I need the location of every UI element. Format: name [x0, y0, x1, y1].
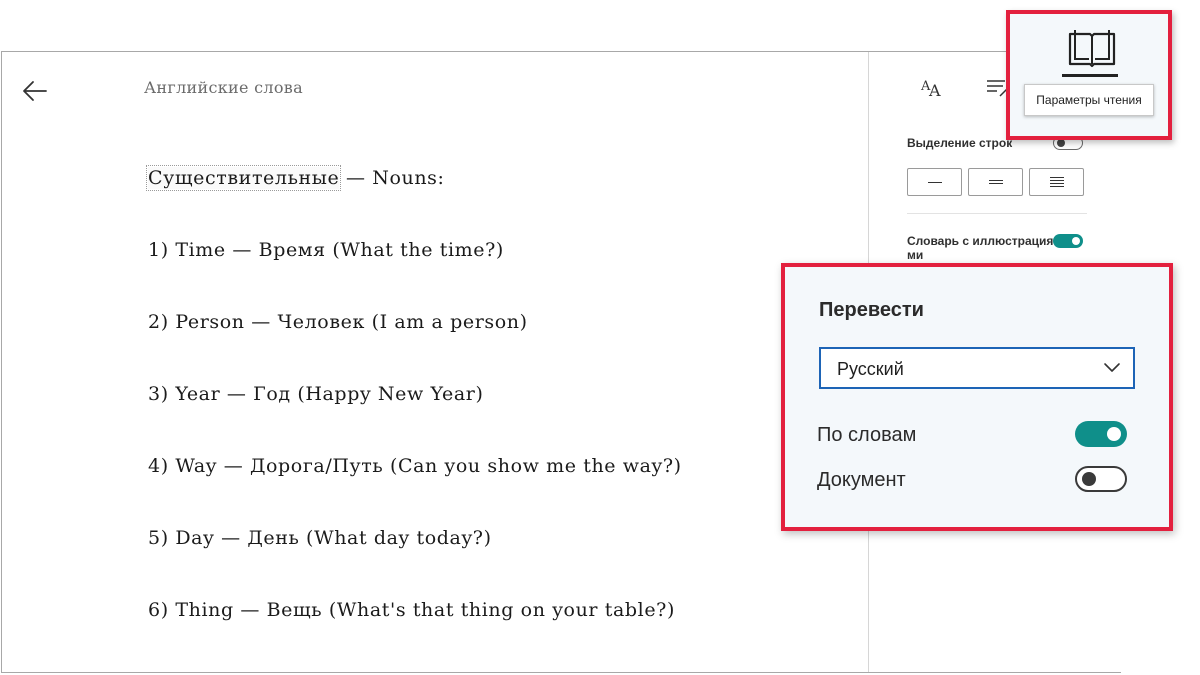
- translate-by-words-label: По словам: [817, 424, 917, 446]
- reading-preferences-tooltip: Параметры чтения: [1024, 84, 1154, 116]
- line-bar: [927, 181, 942, 183]
- line-bar: [1049, 186, 1064, 187]
- svg-text:A: A: [928, 81, 941, 100]
- document-line: 1) Time — Время (What the time?): [148, 239, 504, 261]
- document-heading: Существительные — Nouns:: [145, 165, 848, 237]
- line-focus-options: [907, 168, 1084, 196]
- five-lines-button[interactable]: [1029, 168, 1084, 196]
- language-select[interactable]: Русский: [819, 347, 1135, 389]
- translate-document-toggle[interactable]: [1075, 466, 1127, 492]
- document-line: 3) Year — Год (Happy New Year): [148, 383, 484, 405]
- translate-callout: Перевести Русский По словам Документ: [781, 263, 1173, 531]
- text-size-icon[interactable]: A A: [919, 74, 945, 100]
- line-bar: [1049, 177, 1064, 178]
- picture-dictionary-toggle[interactable]: [1053, 234, 1083, 248]
- document-line: 5) Day — День (What day today?): [148, 527, 492, 549]
- active-tab-indicator: [1062, 74, 1118, 77]
- translate-by-words-toggle[interactable]: [1075, 421, 1127, 447]
- three-lines-button[interactable]: [968, 168, 1023, 196]
- document-line: 6) Thing — Вещь (What's that thing on yo…: [148, 599, 675, 621]
- line-bar: [1049, 183, 1064, 184]
- picture-dictionary-label: Словарь с иллюстрациями: [907, 234, 1054, 262]
- line-focus-label: Выделение строк: [907, 136, 1013, 150]
- one-line-button[interactable]: [907, 168, 962, 196]
- heading-rest: — Nouns:: [339, 167, 445, 189]
- translate-document-label: Документ: [817, 469, 906, 491]
- line-bar: [988, 183, 1003, 184]
- open-book-icon[interactable]: [1066, 28, 1118, 68]
- reading-preferences-callout: Параметры чтения: [1006, 10, 1172, 140]
- translate-title: Перевести: [819, 299, 924, 321]
- language-select-value: Русский: [837, 359, 904, 379]
- document-title: Английские слова: [144, 78, 303, 97]
- back-arrow-icon[interactable]: [20, 78, 50, 104]
- line-bar: [1049, 180, 1064, 181]
- document-line: 2) Person — Человек (I am a person): [148, 311, 528, 333]
- screenshot-stage: Английские слова Существительные — Nouns…: [0, 0, 1200, 675]
- chevron-down-icon: [1104, 363, 1120, 372]
- panel-divider: [907, 213, 1087, 214]
- document-body: Существительные — Nouns: 1) Time — Время…: [145, 165, 848, 669]
- document-line: 4) Way — Дорога/Путь (Can you show me th…: [148, 455, 682, 477]
- line-bar: [988, 180, 1003, 181]
- highlighted-word[interactable]: Существительные: [145, 165, 342, 191]
